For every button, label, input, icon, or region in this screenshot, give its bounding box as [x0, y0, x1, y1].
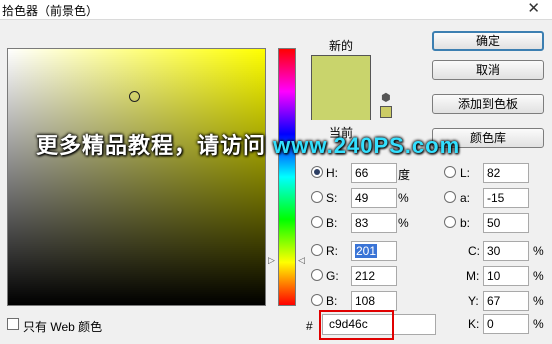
hue-slider-left-arrow-icon[interactable]: ▷ [268, 255, 275, 266]
yellow-field[interactable]: 67 [483, 291, 529, 311]
color-field[interactable] [7, 48, 266, 306]
brightness-label: B: [326, 216, 338, 230]
black-field[interactable]: 0 [483, 314, 529, 334]
web-only-checkbox[interactable] [7, 318, 19, 330]
watermark-banner: 更多精品教程，请访问 www.240PS.com [36, 128, 476, 158]
websafe-cube-icon[interactable]: ⬢ [381, 91, 391, 104]
lab-b-label: b: [460, 216, 471, 230]
lab-b-field[interactable]: 50 [483, 213, 529, 233]
color-field-cursor[interactable] [129, 91, 140, 102]
hue-label: H: [326, 166, 338, 180]
red-field[interactable]: 201 [351, 241, 397, 261]
new-color-swatch [311, 55, 371, 120]
cyan-field[interactable]: 30 [483, 241, 529, 261]
hue-field[interactable]: 66 [351, 163, 397, 183]
ok-button[interactable]: 确定 [432, 31, 544, 51]
green-field[interactable]: 212 [351, 266, 397, 286]
lab-l-label: L: [460, 166, 471, 180]
hue-unit: 度 [398, 168, 411, 182]
hue-slider[interactable] [278, 48, 296, 306]
radio-lab-a[interactable] [444, 191, 456, 203]
red-label: R: [326, 244, 338, 258]
saturation-label: S: [326, 191, 338, 205]
title-bar: 拾色器（前景色） ✕ [0, 0, 552, 20]
radio-green[interactable] [311, 269, 323, 281]
saturation-unit: % [398, 191, 409, 205]
yellow-label: Y: [468, 294, 479, 308]
radio-brightness[interactable] [311, 216, 323, 228]
blue-field[interactable]: 108 [351, 291, 397, 311]
web-only-label[interactable]: 只有 Web 颜色 [23, 318, 102, 335]
radio-hue[interactable] [311, 166, 323, 178]
hex-highlight-box [319, 310, 394, 340]
brightness-field[interactable]: 83 [351, 213, 397, 233]
blue-label: B: [326, 294, 338, 308]
magenta-unit: % [533, 269, 544, 283]
radio-red[interactable] [311, 244, 323, 256]
lab-l-field[interactable]: 82 [483, 163, 529, 183]
cyan-unit: % [533, 244, 544, 258]
radio-lab-b[interactable] [444, 216, 456, 228]
lab-a-label: a: [460, 191, 471, 205]
close-icon[interactable]: ✕ [527, 0, 540, 17]
magenta-label: M: [466, 269, 480, 283]
window-title: 拾色器（前景色） [2, 4, 99, 18]
watermark-site: www.240PS.com [273, 133, 461, 158]
cyan-label: C: [468, 244, 480, 258]
radio-saturation[interactable] [311, 191, 323, 203]
lab-a-field[interactable]: -15 [483, 188, 529, 208]
yellow-unit: % [533, 294, 544, 308]
green-label: G: [326, 269, 339, 283]
new-color-label: 新的 [329, 39, 354, 53]
add-to-swatches-button[interactable]: 添加到色板 [432, 94, 544, 114]
magenta-field[interactable]: 10 [483, 266, 529, 286]
hue-slider-right-arrow-icon[interactable]: ◁ [298, 255, 305, 266]
cancel-button[interactable]: 取消 [432, 60, 544, 80]
red-field-value: 201 [355, 244, 378, 258]
black-label: K: [468, 317, 480, 331]
saturation-field[interactable]: 49 [351, 188, 397, 208]
black-unit: % [533, 317, 544, 331]
websafe-color-swatch[interactable] [380, 106, 392, 118]
hex-hash-label: # [306, 319, 313, 333]
brightness-unit: % [398, 216, 409, 230]
radio-blue[interactable] [311, 294, 323, 306]
radio-lab-l[interactable] [444, 166, 456, 178]
watermark-text: 更多精品教程，请访问 [36, 133, 274, 158]
